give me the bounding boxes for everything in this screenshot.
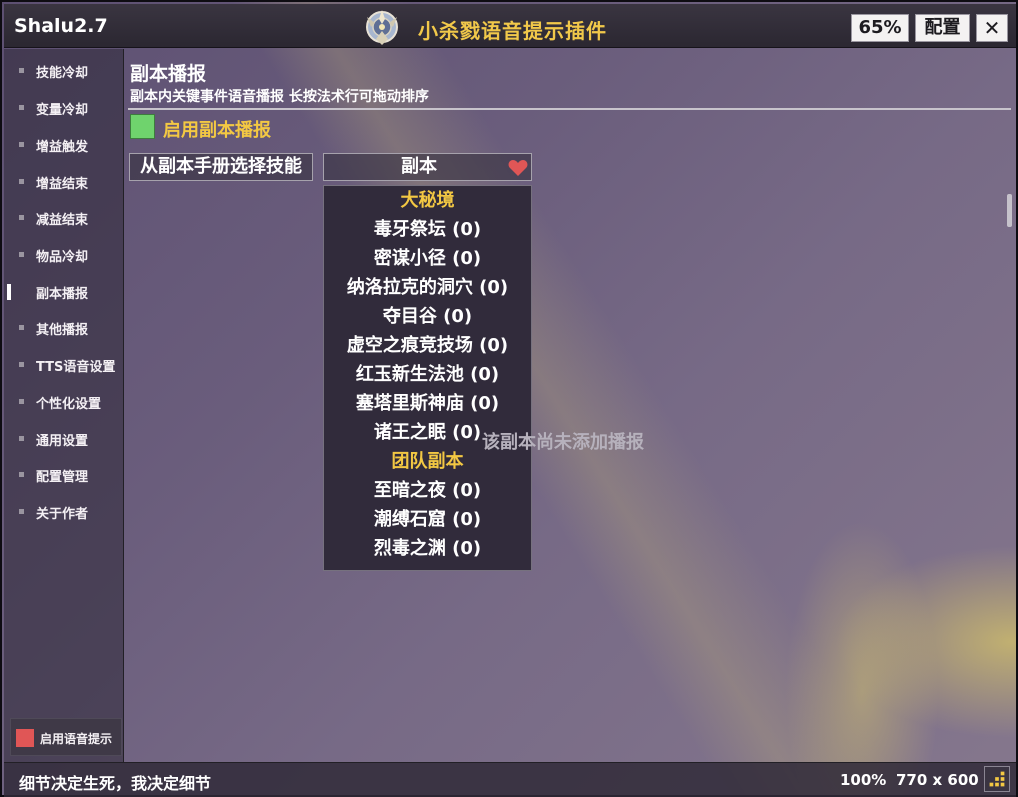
dungeon-select-value: 副本	[401, 156, 437, 177]
select-from-journal-button[interactable]: 从副本手册选择技能	[129, 153, 313, 181]
sidebar-item-label: 配置管理	[36, 470, 89, 485]
divider	[128, 108, 1011, 110]
main-panel: 副本播报 副本内关键事件语音播报 长按法术行可拖动排序 启用副本播报 从副本手册…	[125, 49, 1016, 762]
sidebar-item-label: TTS语音设置	[36, 360, 116, 375]
sidebar-item-label: 增益结束	[36, 177, 89, 192]
dungeon-select[interactable]: 副本	[323, 153, 532, 181]
class-emblem-icon	[366, 10, 398, 45]
dropdown-item[interactable]: 虚空之痕竞技场 (0)	[324, 331, 531, 360]
dropdown-item[interactable]: 纳洛拉克的洞穴 (0)	[324, 273, 531, 302]
bullet-icon	[19, 472, 24, 477]
close-button[interactable]: ✕	[976, 14, 1008, 42]
motto-text: 细节决定生死，我决定细节	[19, 774, 212, 793]
addon-window: Shalu2.7 小杀戮语音提示插件 65% 配置 ✕ 技能冷却 变量冷却 增益…	[0, 0, 1018, 797]
sidebar-item-label: 关于作者	[36, 507, 89, 522]
bullet-icon	[19, 509, 24, 514]
sidebar-item-buff-end[interactable]: 增益结束	[4, 169, 122, 195]
config-button[interactable]: 配置	[915, 14, 970, 42]
title-bar[interactable]: Shalu2.7 小杀戮语音提示插件 65% 配置 ✕	[4, 4, 1016, 48]
window-title: 小杀戮语音提示插件	[418, 19, 607, 43]
window-size-readout: 770 x 600	[896, 771, 979, 789]
bullet-icon	[19, 68, 24, 73]
voice-prompt-checkbox[interactable]	[16, 729, 34, 747]
ui-scale-readout: 100%	[840, 771, 887, 789]
enable-dungeon-broadcast-label[interactable]: 启用副本播报	[163, 116, 271, 142]
sidebar-item-label: 通用设置	[36, 434, 89, 449]
dropdown-item[interactable]: 塞塔里斯神庙 (0)	[324, 389, 531, 418]
active-indicator	[7, 284, 11, 300]
sidebar-item-label: 个性化设置	[36, 397, 102, 412]
dropdown-item[interactable]: 至暗之夜 (0)	[324, 476, 531, 505]
status-bar: 细节决定生死，我决定细节 100% 770 x 600	[4, 762, 1016, 797]
sidebar-item-label: 减益结束	[36, 213, 89, 228]
sidebar-item-general-settings[interactable]: 通用设置	[4, 426, 122, 452]
bullet-icon	[19, 252, 24, 257]
sidebar-item-debuff-end[interactable]: 减益结束	[4, 205, 122, 231]
sidebar-item-dungeon-broadcast[interactable]: 副本播报	[4, 279, 122, 305]
voice-prompt-label: 启用语音提示	[40, 732, 113, 746]
sidebar-item-label: 技能冷却	[36, 66, 89, 81]
enable-dungeon-broadcast-checkbox[interactable]	[130, 114, 155, 139]
sidebar-item-personalization[interactable]: 个性化设置	[4, 389, 122, 415]
heart-icon[interactable]	[508, 159, 528, 177]
sidebar-item-profile-management[interactable]: 配置管理	[4, 462, 122, 488]
sidebar-item-label: 增益触发	[36, 140, 89, 155]
sidebar-item-other-broadcast[interactable]: 其他播报	[4, 315, 122, 341]
app-version: Shalu2.7	[14, 15, 108, 37]
dropdown-item[interactable]: 红玉新生法池 (0)	[324, 360, 531, 389]
sidebar-item-label: 物品冷却	[36, 250, 89, 265]
sidebar-item-label: 变量冷却	[36, 103, 89, 118]
sidebar-item-about-author[interactable]: 关于作者	[4, 499, 122, 525]
page-description: 副本内关键事件语音播报 长按法术行可拖动排序	[130, 89, 429, 105]
dropdown-item[interactable]: 夺目谷 (0)	[324, 302, 531, 331]
sidebar-item-variable-cooldown[interactable]: 变量冷却	[4, 95, 122, 121]
dropdown-item[interactable]: 烈毒之渊 (0)	[324, 534, 531, 563]
sidebar-item-label: 其他播报	[36, 323, 89, 338]
bullet-icon	[19, 436, 24, 441]
bullet-icon	[19, 142, 24, 147]
dropdown-item[interactable]: 密谋小径 (0)	[324, 244, 531, 273]
bullet-icon	[19, 179, 24, 184]
sidebar: 技能冷却 变量冷却 增益触发 增益结束 减益结束 物品冷却 副本播报 其他播报	[4, 49, 124, 762]
bullet-icon	[19, 325, 24, 330]
bullet-icon	[19, 105, 24, 110]
bullet-icon	[19, 362, 24, 367]
dropdown-item[interactable]: 潮缚石窟 (0)	[324, 505, 531, 534]
dropdown-item[interactable]: 毒牙祭坛 (0)	[324, 215, 531, 244]
scrollbar-thumb[interactable]	[1007, 194, 1012, 227]
page-title: 副本播报	[130, 63, 207, 85]
sidebar-item-label: 副本播报	[36, 287, 89, 302]
sidebar-item-item-cooldown[interactable]: 物品冷却	[4, 242, 122, 268]
dungeon-dropdown-menu: 大秘境 毒牙祭坛 (0) 密谋小径 (0) 纳洛拉克的洞穴 (0) 夺目谷 (0…	[323, 185, 532, 571]
sidebar-item-tts-settings[interactable]: TTS语音设置	[4, 352, 122, 378]
dropdown-group-header: 大秘境	[400, 190, 455, 211]
sidebar-item-skill-cooldown[interactable]: 技能冷却	[4, 58, 122, 84]
resize-grip-icon[interactable]	[984, 766, 1010, 792]
zoom-button[interactable]: 65%	[851, 14, 909, 42]
voice-prompt-toggle[interactable]: 启用语音提示	[10, 718, 122, 756]
bullet-icon	[19, 399, 24, 404]
empty-state-message: 该副本尚未添加播报	[482, 432, 644, 453]
bullet-icon	[19, 215, 24, 220]
sidebar-item-buff-trigger[interactable]: 增益触发	[4, 132, 122, 158]
